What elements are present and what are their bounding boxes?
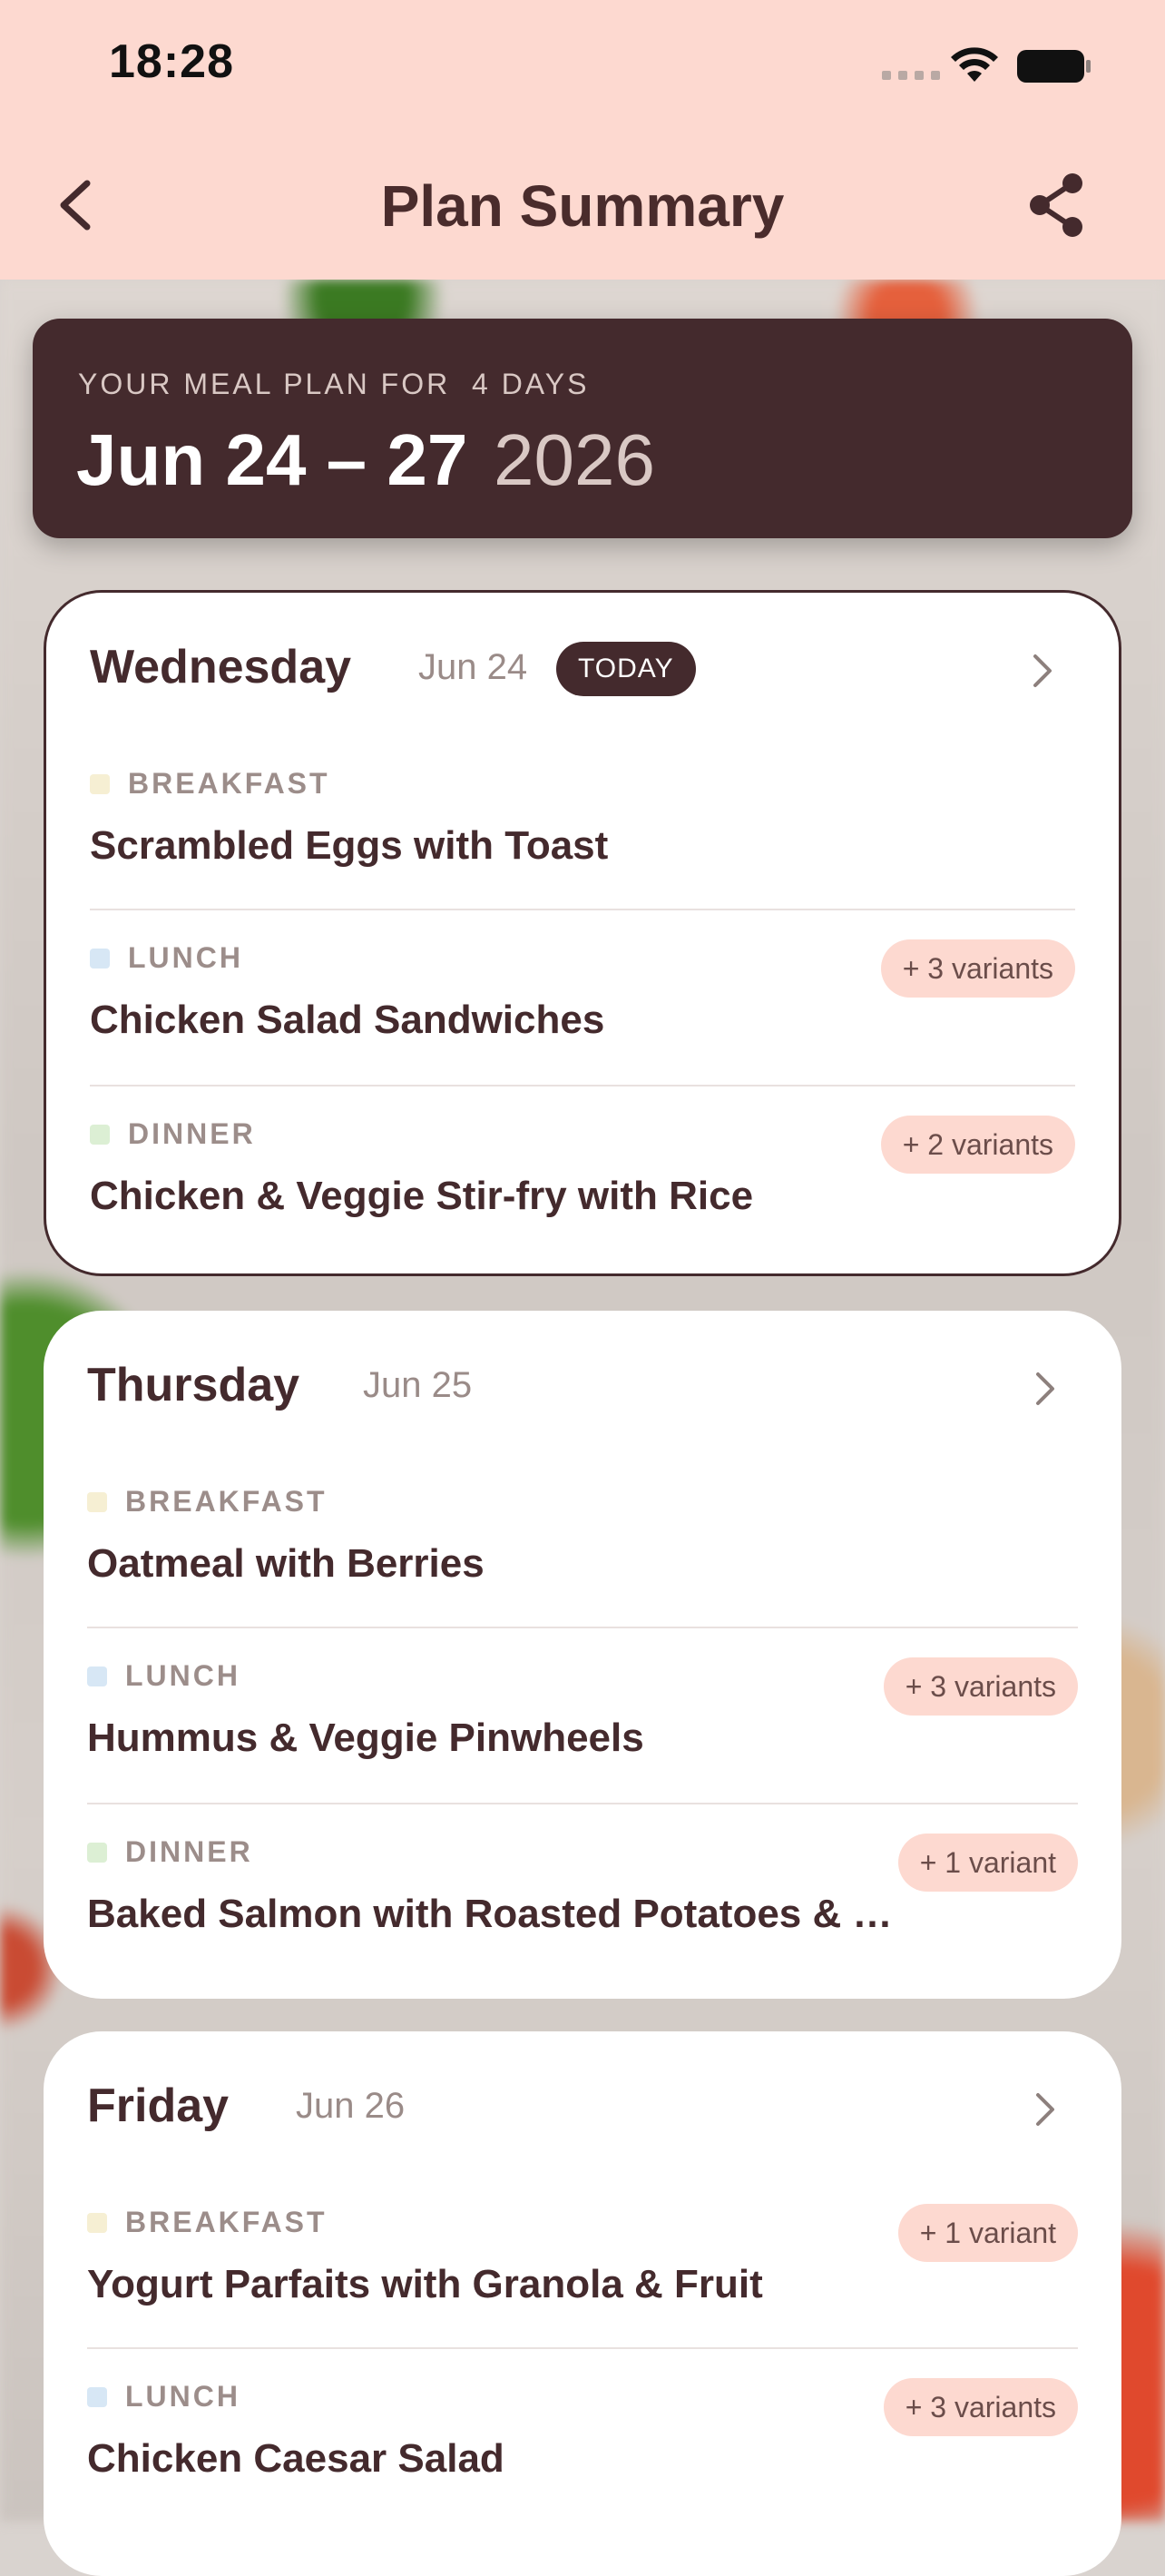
battery-icon <box>1017 50 1091 83</box>
meal-row-dinner[interactable]: DINNER + 1 variant Baked Salmon with Roa… <box>87 1803 1078 1979</box>
variants-badge[interactable]: + 2 variants <box>880 1116 1075 1174</box>
meal-type-label: BREAKFAST <box>125 1485 328 1518</box>
lunch-color-dot <box>87 2386 107 2407</box>
meal-name: Baked Salmon with Roasted Potatoes & … <box>87 1892 893 1936</box>
status-time: 18:28 <box>109 35 234 88</box>
cellular-signal-icon <box>882 71 940 80</box>
page-title: Plan Summary <box>380 173 785 239</box>
variants-badge[interactable]: + 3 variants <box>883 1657 1078 1716</box>
meal-type-tag: LUNCH <box>90 941 243 975</box>
status-bar: 18:28 <box>0 0 1165 136</box>
meal-row-breakfast[interactable]: BREAKFAST Scrambled Eggs with Toast <box>90 736 1075 909</box>
meal-row-breakfast[interactable]: BREAKFAST Oatmeal with Berries <box>87 1454 1078 1627</box>
meal-name: Scrambled Eggs with Toast <box>90 823 609 868</box>
meal-type-tag: BREAKFAST <box>90 767 330 801</box>
day-name: Thursday <box>87 1359 300 1411</box>
meal-type-tag: BREAKFAST <box>87 1485 328 1519</box>
meal-type-tag: BREAKFAST <box>87 2206 328 2239</box>
meal-name: Chicken & Veggie Stir-fry with Rice <box>90 1174 754 1218</box>
day-header[interactable]: Wednesday Jun 24 TODAY <box>90 593 1075 736</box>
lunch-color-dot <box>90 948 110 968</box>
meal-type-tag: LUNCH <box>87 1659 240 1693</box>
navigation-bar: Plan Summary <box>0 136 1165 280</box>
day-name: Friday <box>87 2079 230 2132</box>
meal-type-label: LUNCH <box>125 2380 240 2413</box>
wifi-icon <box>951 47 998 82</box>
meal-type-label: LUNCH <box>125 1659 240 1692</box>
variants-badge[interactable]: + 1 variant <box>897 1834 1078 1892</box>
meal-type-label: DINNER <box>125 1835 253 1868</box>
meal-type-label: LUNCH <box>128 941 243 974</box>
plan-date-range: Jun 24 – 27 <box>76 419 468 500</box>
meal-row-lunch[interactable]: LUNCH + 3 variants Chicken Caesar Salad <box>87 2347 1078 2523</box>
meal-plan-header: YOUR MEAL PLAN FOR 4 DAYS Jun 24 – 27 20… <box>33 319 1132 538</box>
meal-type-tag: DINNER <box>90 1117 256 1151</box>
breakfast-color-dot <box>90 773 110 794</box>
meal-name: Hummus & Veggie Pinwheels <box>87 1716 644 1760</box>
plan-year: 2026 <box>494 419 655 500</box>
day-date: Jun 24 <box>418 647 528 687</box>
breakfast-color-dot <box>87 2212 107 2233</box>
meal-name: Oatmeal with Berries <box>87 1541 485 1586</box>
day-date: Jun 26 <box>296 2086 406 2126</box>
day-card-wednesday: Wednesday Jun 24 TODAY BREAKFAST Scrambl… <box>44 590 1121 1276</box>
chevron-right-icon <box>1033 654 1052 687</box>
day-header[interactable]: Friday Jun 26 <box>87 2031 1078 2175</box>
day-card-friday: Friday Jun 26 BREAKFAST + 1 variant Yogu… <box>44 2031 1121 2576</box>
meal-type-tag: DINNER <box>87 1835 253 1869</box>
day-name: Wednesday <box>90 641 352 693</box>
meal-row-breakfast[interactable]: BREAKFAST + 1 variant Yogurt Parfaits wi… <box>87 2175 1078 2347</box>
breakfast-color-dot <box>87 1491 107 1512</box>
meal-name: Chicken Salad Sandwiches <box>90 998 605 1042</box>
day-card-thursday: Thursday Jun 25 BREAKFAST Oatmeal with B… <box>44 1311 1121 1999</box>
chevron-right-icon <box>1036 2093 1054 2126</box>
lunch-color-dot <box>87 1666 107 1686</box>
day-header[interactable]: Thursday Jun 25 <box>87 1311 1078 1454</box>
meal-type-label: DINNER <box>128 1117 256 1150</box>
dinner-color-dot <box>90 1124 110 1145</box>
meal-row-lunch[interactable]: LUNCH + 3 variants Hummus & Veggie Pinwh… <box>87 1627 1078 1803</box>
meal-type-label: BREAKFAST <box>128 767 330 800</box>
variants-badge[interactable]: + 3 variants <box>880 939 1075 998</box>
day-date: Jun 25 <box>363 1365 473 1405</box>
plan-duration-label: YOUR MEAL PLAN FOR 4 DAYS <box>78 368 590 400</box>
variants-badge[interactable]: + 1 variant <box>897 2204 1078 2262</box>
meal-row-lunch[interactable]: LUNCH + 3 variants Chicken Salad Sandwic… <box>90 909 1075 1085</box>
today-badge: TODAY <box>556 642 696 696</box>
meal-type-label: BREAKFAST <box>125 2206 328 2238</box>
chevron-right-icon <box>1036 1372 1054 1405</box>
variants-badge[interactable]: + 3 variants <box>883 2378 1078 2436</box>
share-icon[interactable] <box>1023 171 1089 240</box>
meal-name: Yogurt Parfaits with Granola & Fruit <box>87 2262 763 2306</box>
meal-name: Chicken Caesar Salad <box>87 2436 504 2481</box>
meal-type-tag: LUNCH <box>87 2380 240 2414</box>
dinner-color-dot <box>87 1842 107 1863</box>
meal-row-dinner[interactable]: DINNER + 2 variants Chicken & Veggie Sti… <box>90 1085 1075 1261</box>
